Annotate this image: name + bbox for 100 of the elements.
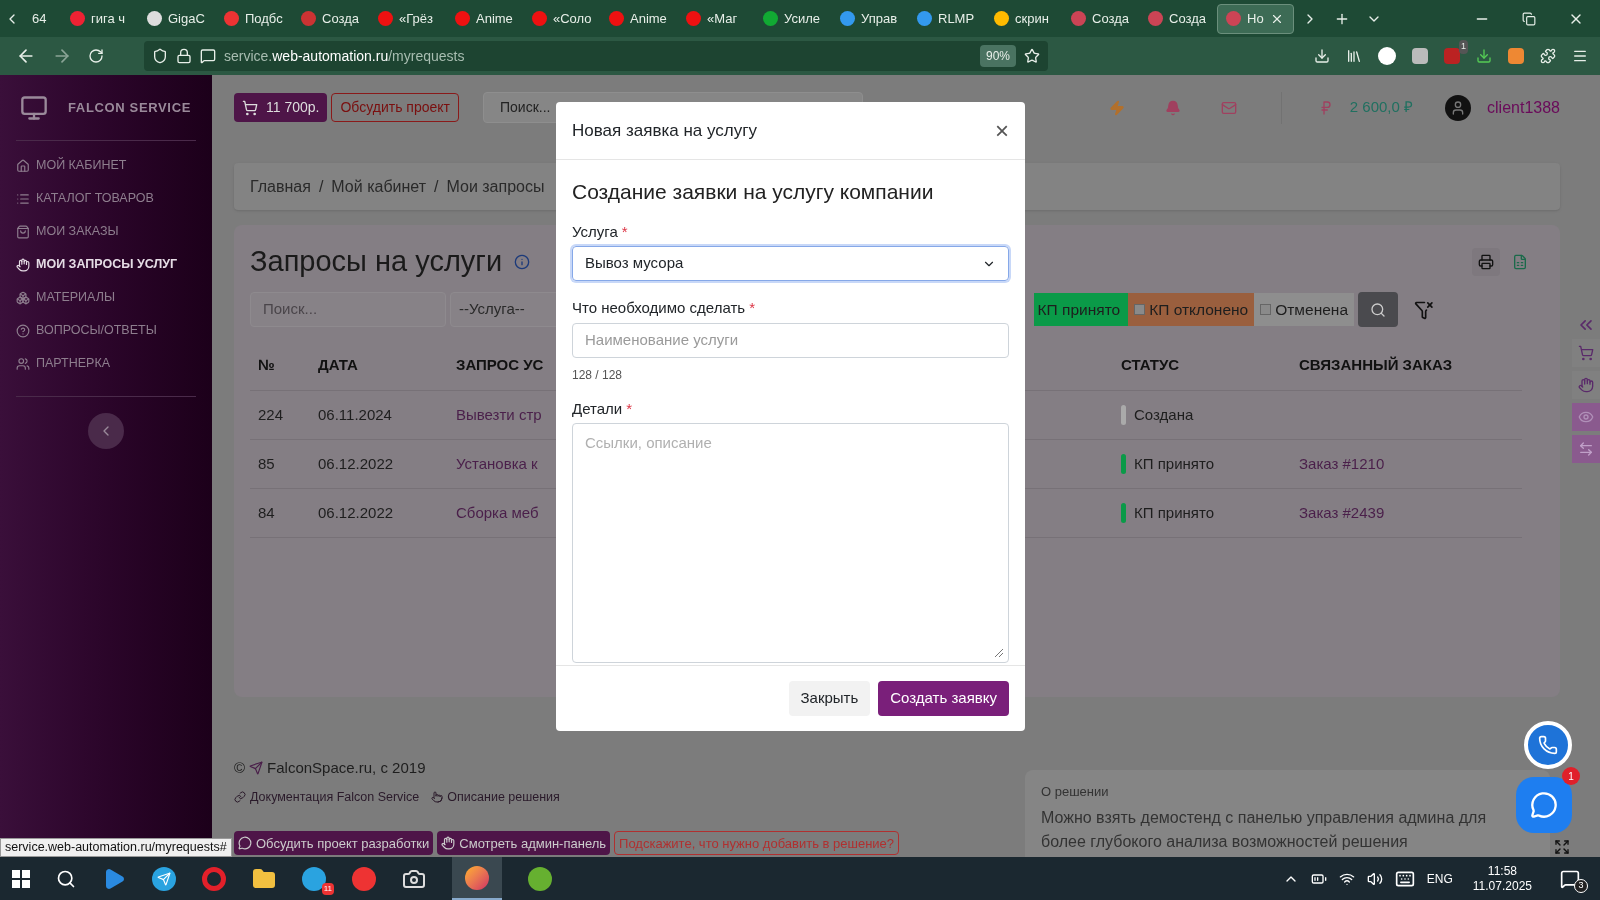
- menu-item-icon: [16, 224, 30, 239]
- resize-handle-icon[interactable]: [992, 646, 1004, 658]
- close-button[interactable]: ×: [995, 118, 1009, 143]
- column-header: ЗАПРОС УС: [456, 356, 544, 374]
- extension-badge: 1: [1459, 40, 1468, 54]
- eye-icon: [1578, 409, 1594, 425]
- clear-filter-icon[interactable]: [1414, 299, 1434, 320]
- request-link[interactable]: Вывезти стр: [456, 405, 542, 423]
- restore-icon[interactable]: [1522, 11, 1536, 26]
- browser-tab[interactable]: Но: [1217, 3, 1294, 34]
- browser-tab[interactable]: Созда: [1140, 3, 1217, 34]
- brand-name[interactable]: FALCON SERVICE: [68, 97, 191, 118]
- tab-favicon-icon: [994, 11, 1009, 26]
- menu-item-icon: [16, 290, 30, 305]
- sidebar-item[interactable]: ПАРТНЕРКА: [16, 347, 196, 380]
- notification-center-icon[interactable]: [1560, 868, 1580, 889]
- browser-tab[interactable]: Anime: [447, 3, 524, 34]
- menu-item-icon: [16, 191, 30, 206]
- order-link[interactable]: Заказ #2439: [1299, 501, 1385, 525]
- cart-panel-button[interactable]: [1572, 339, 1600, 367]
- bookmark-star-icon[interactable]: [1024, 48, 1040, 64]
- status-filter-chip[interactable]: Отменена: [1254, 293, 1354, 326]
- cart-button[interactable]: 11 700р.: [234, 93, 328, 122]
- breadcrumb-link[interactable]: Главная: [250, 174, 311, 199]
- browser-tab[interactable]: Созда: [1063, 3, 1140, 34]
- order-link[interactable]: Заказ #1210: [1299, 452, 1385, 476]
- opera-icon[interactable]: [202, 866, 226, 891]
- hand-icon: [1578, 377, 1594, 393]
- request-link[interactable]: Установка к: [456, 454, 538, 472]
- field-label: Детали *: [572, 398, 634, 419]
- chat-badge: 1: [1562, 767, 1580, 785]
- browser-tab[interactable]: «Грёз: [370, 3, 447, 34]
- status-checkbox[interactable]: [1134, 304, 1146, 315]
- close-dialog-button[interactable]: Закрыть: [788, 681, 871, 716]
- status-checkbox[interactable]: [1260, 304, 1272, 315]
- request-link[interactable]: Сборка меб: [456, 503, 539, 521]
- menu-icon[interactable]: [1572, 48, 1588, 64]
- browser-tab[interactable]: «Маг: [678, 3, 755, 34]
- permissions-icon: [200, 48, 216, 64]
- service-select[interactable]: Вывоз мусора: [572, 246, 1009, 281]
- browser-tab[interactable]: скрин: [986, 3, 1063, 34]
- tab-favicon-icon: [301, 11, 316, 26]
- footer-link[interactable]: Документация Falcon Service: [250, 787, 420, 807]
- form-heading: Создание заявки на услугу компании: [572, 179, 935, 205]
- cart-icon: [1578, 345, 1594, 361]
- reload-icon[interactable]: [88, 48, 104, 64]
- arrow-down-extension-icon[interactable]: [1476, 48, 1492, 64]
- breadcrumb-link[interactable]: Мои запросы: [446, 174, 545, 199]
- zoom-level[interactable]: 90%: [979, 45, 1016, 67]
- clock-time[interactable]: 11:58: [1487, 863, 1517, 879]
- sidebar-item[interactable]: МОИ ЗАКАЗЫ: [16, 215, 196, 248]
- phone-chat-button[interactable]: [1524, 721, 1572, 769]
- print-button[interactable]: [1472, 248, 1500, 276]
- lock-icon: [176, 48, 192, 64]
- browser-tab[interactable]: GigaC: [139, 3, 216, 34]
- status-url-tooltip: service.web-automation.ru/myrequests#: [0, 838, 232, 857]
- create-request-button[interactable]: Создать заявку: [878, 681, 1009, 716]
- address-bar[interactable]: service.web-automation.ru/myrequests 90%: [144, 41, 1048, 71]
- user-avatar-icon[interactable]: [1445, 94, 1472, 121]
- windows-start-icon[interactable]: [12, 869, 30, 888]
- browser-tab[interactable]: Созда: [293, 3, 370, 34]
- downloads-icon[interactable]: [1314, 48, 1330, 64]
- sidebar-item[interactable]: ВОПРОСЫ/ОТВЕТЫ: [16, 314, 196, 347]
- breadcrumb-link[interactable]: Мой кабинет: [331, 174, 427, 199]
- footer-button[interactable]: Обсудить проект разработки: [234, 831, 434, 856]
- browser-tab[interactable]: Anime: [601, 3, 678, 34]
- status-filter-chip[interactable]: КП отклонено: [1128, 293, 1255, 326]
- language-indicator[interactable]: ENG: [1426, 869, 1453, 888]
- sidebar-item[interactable]: МОЙ КАБИНЕТ: [16, 149, 196, 182]
- sidebar-item[interactable]: КАТАЛОГ ТОВАРОВ: [16, 182, 196, 215]
- tab-favicon-icon: [1226, 11, 1241, 26]
- tab-favicon-icon: [609, 11, 624, 26]
- search-button[interactable]: [1358, 292, 1398, 327]
- status-filter-chip[interactable]: КП принято: [1033, 293, 1129, 326]
- library-icon[interactable]: [1346, 48, 1362, 64]
- browser-tab[interactable]: Управ: [832, 3, 909, 34]
- requests-panel-button[interactable]: [1572, 371, 1600, 399]
- volume-icon[interactable]: [1366, 870, 1383, 887]
- browser-tab[interactable]: 64: [24, 3, 62, 34]
- browser-tab[interactable]: «Соло: [524, 3, 601, 34]
- footer-button[interactable]: Смотреть админ-панель: [437, 831, 611, 856]
- site-copyright: FalconSpace.ru, с 2019: [267, 758, 426, 778]
- sidebar-item[interactable]: МОИ ЗАПРОСЫ УСЛУГ: [16, 248, 196, 281]
- footer-link[interactable]: Описание решения: [447, 787, 560, 807]
- required-mark: *: [621, 222, 628, 240]
- fullscreen-icon[interactable]: [1554, 839, 1570, 855]
- clock-date[interactable]: 11.07.2025: [1472, 878, 1532, 894]
- folder-icon[interactable]: [252, 866, 276, 891]
- chat-icon: [1530, 791, 1558, 819]
- browser-tab[interactable]: Усиле: [755, 3, 832, 34]
- sidebar-item[interactable]: МАТЕРИАЛЫ: [16, 281, 196, 314]
- browser-tab[interactable]: Подбс: [216, 3, 293, 34]
- extensions-icon[interactable]: [1540, 48, 1556, 64]
- info-icon[interactable]: [514, 254, 531, 270]
- menu-item-icon: [16, 158, 30, 173]
- browser-tab[interactable]: гига ч: [62, 3, 139, 34]
- collapse-sidebar-button[interactable]: [88, 413, 124, 449]
- tab-favicon-icon: [147, 11, 162, 26]
- search-icon[interactable]: [56, 868, 76, 889]
- browser-tab[interactable]: RLMP: [909, 3, 986, 34]
